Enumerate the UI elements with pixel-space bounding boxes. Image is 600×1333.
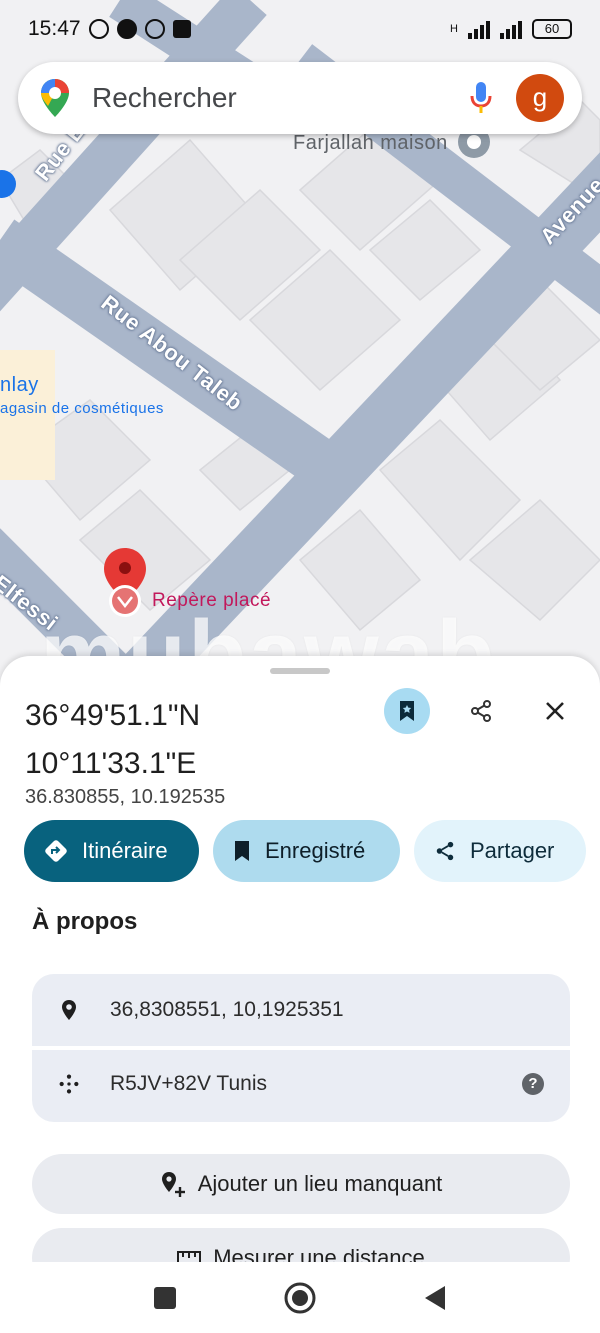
close-icon	[546, 702, 564, 720]
signal-icon	[468, 19, 490, 39]
home-button[interactable]	[283, 1281, 317, 1315]
bookmark-icon	[400, 701, 414, 721]
poi-category: agasin de cosmétiques	[0, 400, 164, 417]
action-chips: Itinéraire Enregistré Partager	[24, 820, 600, 882]
bookmark-icon	[235, 841, 249, 861]
add-location-icon	[161, 1172, 185, 1197]
share-icon-button[interactable]	[458, 688, 504, 734]
share-icon	[471, 700, 491, 722]
recents-button[interactable]	[152, 1285, 178, 1311]
drag-handle[interactable]	[270, 668, 330, 674]
saved-label: Enregistré	[265, 838, 366, 863]
marker-label: Repère placé	[152, 590, 272, 611]
longitude-dms: 10°11'33.1"E	[25, 747, 197, 780]
measure-distance-button[interactable]: Mesurer une distance	[32, 1228, 570, 1266]
coordinates-text: 36,8308551, 10,1925351	[110, 998, 344, 1021]
share-label: Partager	[470, 838, 555, 863]
share-icon	[436, 841, 454, 861]
poi-name[interactable]: nlay	[0, 374, 39, 397]
latitude-dms: 36°49'51.1"N	[25, 699, 201, 732]
battery-level: 60	[544, 21, 560, 36]
plus-code-text: R5JV+82V Tunis	[110, 1072, 268, 1095]
share-button[interactable]: Partager	[414, 820, 586, 882]
place-title: 36°49'51.1"N 10°11'33.1"E	[25, 692, 345, 788]
search-input[interactable]: Rechercher	[92, 82, 470, 114]
directions-button[interactable]: Itinéraire	[24, 820, 199, 882]
microphone-icon[interactable]	[470, 81, 492, 115]
network-type: H	[450, 23, 458, 35]
status-bar: 15:47 H 60	[0, 0, 600, 58]
system-nav-bar	[0, 1262, 600, 1333]
save-icon-button[interactable]	[384, 688, 430, 734]
facebook-icon	[116, 19, 137, 39]
maps-logo-icon	[41, 79, 69, 117]
alarm-icon	[88, 19, 109, 39]
upload-icon	[172, 20, 191, 38]
location-pin-icon	[62, 1000, 76, 1020]
search-bar[interactable]: Rechercher g	[18, 62, 582, 134]
close-button[interactable]	[532, 688, 578, 734]
info-card: 36,8308551, 10,1925351 R5JV+82V Tunis ?	[32, 974, 570, 1122]
directions-label: Itinéraire	[82, 838, 168, 863]
place-bottom-sheet[interactable]: 36°49'51.1"N 10°11'33.1"E 36.830855, 10.…	[0, 656, 600, 1266]
battery-icon: 60	[532, 19, 572, 39]
add-missing-place-label: Ajouter un lieu manquant	[197, 1171, 443, 1196]
help-icon[interactable]: ?	[522, 1073, 544, 1095]
plus-code-row[interactable]: R5JV+82V Tunis ?	[32, 1046, 570, 1118]
signal-icon	[500, 19, 522, 39]
add-missing-place-button[interactable]: Ajouter un lieu manquant	[32, 1154, 570, 1214]
back-button[interactable]	[422, 1284, 448, 1312]
account-avatar[interactable]: g	[516, 74, 564, 122]
decimal-coordinates: 36.830855, 10.192535	[25, 786, 226, 808]
sheet-header-actions	[384, 688, 578, 734]
status-time: 15:47	[28, 17, 81, 40]
coordinates-row[interactable]: 36,8308551, 10,1925351	[32, 974, 570, 1046]
map-place-label[interactable]: Farjallah maison	[293, 132, 448, 155]
saved-button[interactable]: Enregistré	[213, 820, 400, 882]
plus-code-icon	[59, 1074, 79, 1094]
chat-icon	[144, 19, 165, 39]
directions-icon	[45, 840, 67, 862]
about-heading: À propos	[32, 908, 138, 935]
